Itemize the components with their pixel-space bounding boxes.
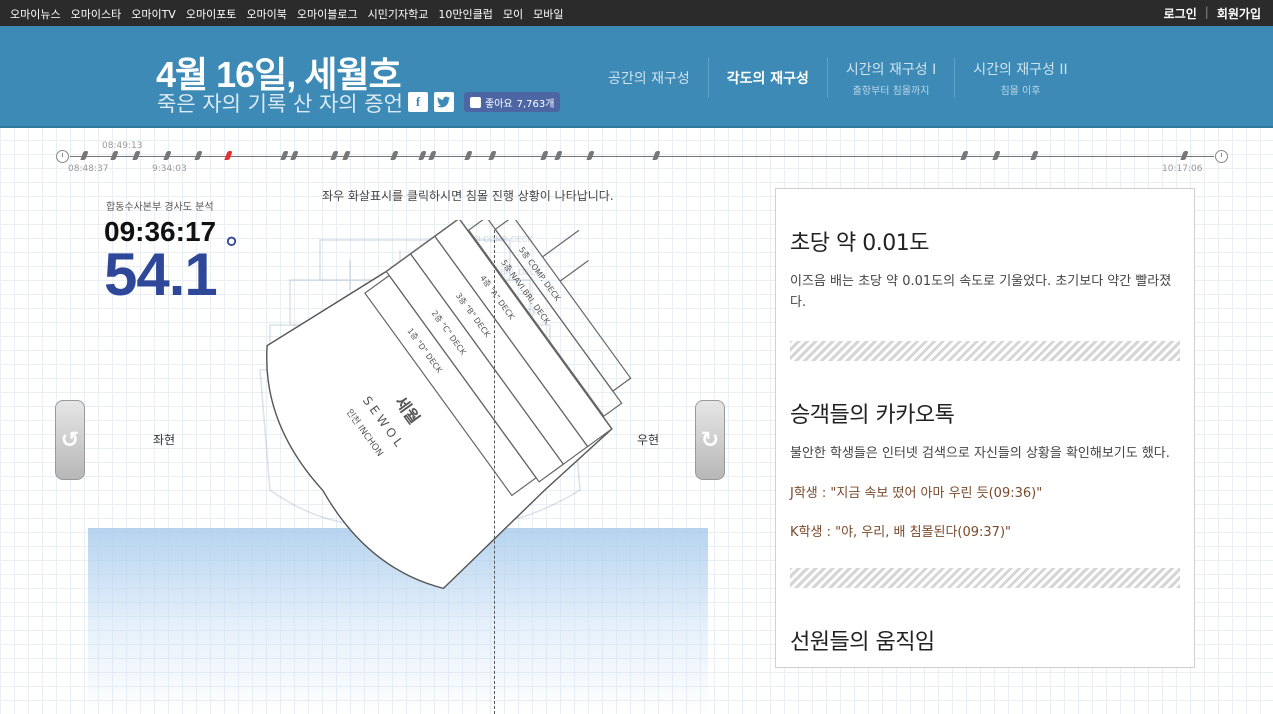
feature-header: 4월 16일, 세월호 죽은 자의 기록 산 자의 증언 f 좋아요 7,763… bbox=[0, 26, 1273, 128]
end-clock-icon bbox=[1215, 150, 1228, 163]
timeline-track bbox=[70, 156, 1214, 157]
site-menu-item-ohmybook[interactable]: 오마이북 bbox=[246, 6, 286, 22]
start-clock-icon bbox=[56, 150, 69, 163]
timeline-end-time: 10:17:06 bbox=[1162, 164, 1203, 174]
rotate-left-button[interactable]: ↺ bbox=[55, 400, 85, 480]
facebook-share-icon[interactable]: f bbox=[408, 92, 428, 112]
account-separator: | bbox=[1204, 5, 1209, 19]
tab-time-1[interactable]: 시간의 재구성 I 출항부터 침몰까지 bbox=[826, 58, 954, 98]
section-text: 불안한 학생들은 인터넷 검색으로 자신들의 상황을 확인해보기도 했다. bbox=[790, 446, 1170, 461]
section-divider bbox=[790, 568, 1180, 588]
tab-angle[interactable]: 각도의 재구성 bbox=[707, 58, 827, 98]
chat-quote: J학생 : "지금 속보 떴어 아마 우린 듯(09:36)" bbox=[790, 486, 1043, 501]
chapter-nav: 공간의 재구성 각도의 재구성 시간의 재구성 I 출항부터 침몰까지 시간의 … bbox=[590, 58, 1086, 98]
login-link[interactable]: 로그인 bbox=[1164, 5, 1197, 22]
tab-time-2-sub: 침몰 이후 bbox=[1000, 86, 1041, 97]
site-menu-item-school[interactable]: 시민기자학교 bbox=[368, 6, 429, 22]
facebook-like-button[interactable]: 좋아요 7,763개 bbox=[464, 92, 561, 112]
rotate-right-icon: ↻ bbox=[700, 427, 720, 453]
thumbs-up-icon bbox=[470, 96, 481, 108]
like-count: 7,763개 bbox=[516, 98, 555, 110]
share-buttons: f 좋아요 7,763개 bbox=[408, 92, 561, 112]
site-menu-item-ohmyphoto[interactable]: 오마이포토 bbox=[186, 6, 237, 22]
chat-quote: K학생 : "야, 우리, 배 침몰된다(09:37)" bbox=[790, 525, 1011, 540]
instruction-text: 좌우 화살표시를 클릭하시면 침몰 진행 상황이 나타납니다. bbox=[322, 189, 614, 203]
vertical-reference-line bbox=[494, 230, 495, 714]
tab-time-2[interactable]: 시간의 재구성 II 침몰 이후 bbox=[954, 58, 1085, 98]
site-menu-item-moi[interactable]: 모이 bbox=[503, 6, 523, 22]
site-menu: 오마이뉴스 오마이스타 오마이TV 오마이포토 오마이북 오마이블로그 시민기자… bbox=[10, 6, 564, 22]
site-menu-item-ohmynews[interactable]: 오마이뉴스 bbox=[10, 6, 61, 22]
timeline-top-time: 08:49:13 bbox=[102, 141, 143, 151]
rotate-left-icon: ↺ bbox=[60, 427, 80, 453]
section-divider bbox=[790, 341, 1180, 361]
starboard-side-label: 우현 bbox=[637, 433, 660, 447]
tab-space[interactable]: 공간의 재구성 bbox=[590, 58, 708, 98]
tab-time-2-label: 시간의 재구성 II bbox=[973, 62, 1068, 78]
site-menu-item-club[interactable]: 10만인클럽 bbox=[438, 6, 492, 22]
tab-time-1-sub: 출항부터 침몰까지 bbox=[852, 86, 930, 97]
like-label: 좋아요 bbox=[485, 98, 513, 110]
timeline-mid-time: 9:34:03 bbox=[152, 164, 187, 174]
rotate-right-button[interactable]: ↻ bbox=[695, 400, 725, 480]
ship-tilt-illustration: 선원 COMP. DECK 5층 NAV BRI. DECK 4층 "A" DE… bbox=[259, 220, 632, 590]
section-text: 이즈음 배는 초당 약 0.01도의 속도로 기울었다. 초기보다 약간 빨라졌… bbox=[790, 274, 1172, 310]
tab-space-label: 공간의 재구성 bbox=[608, 71, 690, 87]
port-side-label: 좌현 bbox=[153, 433, 176, 447]
tab-angle-label: 각도의 재구성 bbox=[726, 71, 809, 87]
twitter-share-icon[interactable] bbox=[434, 92, 454, 112]
site-menu-item-ohmystar[interactable]: 오마이스타 bbox=[71, 6, 122, 22]
site-menu-item-ohmytv[interactable]: 오마이TV bbox=[131, 6, 176, 22]
account-links: 로그인 | 회원가입 bbox=[1164, 5, 1261, 22]
analysis-source: 합동수사본부 경사도 분석 bbox=[106, 202, 214, 213]
site-menu-item-mobile[interactable]: 모바일 bbox=[533, 6, 563, 22]
timeline: 08:49:13 08:48:37 9:34:03 10:17:06 bbox=[52, 140, 1232, 180]
page-subtitle: 죽은 자의 기록 산 자의 증언 bbox=[157, 92, 403, 116]
signup-link[interactable]: 회원가입 bbox=[1217, 5, 1261, 22]
section-title: 초당 약 0.01도 bbox=[790, 231, 929, 256]
section-title: 선원들의 움직임 bbox=[790, 630, 935, 655]
timeline-start-time: 08:48:37 bbox=[68, 164, 109, 174]
tab-time-1-label: 시간의 재구성 I bbox=[845, 62, 937, 78]
site-menu-item-ohmyblog[interactable]: 오마이블로그 bbox=[297, 6, 358, 22]
story-panel[interactable]: 초당 약 0.01도 이즈음 배는 초당 약 0.01도의 속도로 기울었다. … bbox=[775, 188, 1195, 668]
top-navigation-bar: 오마이뉴스 오마이스타 오마이TV 오마이포토 오마이북 오마이블로그 시민기자… bbox=[0, 0, 1273, 26]
section-title: 승객들의 카카오톡 bbox=[790, 403, 955, 428]
